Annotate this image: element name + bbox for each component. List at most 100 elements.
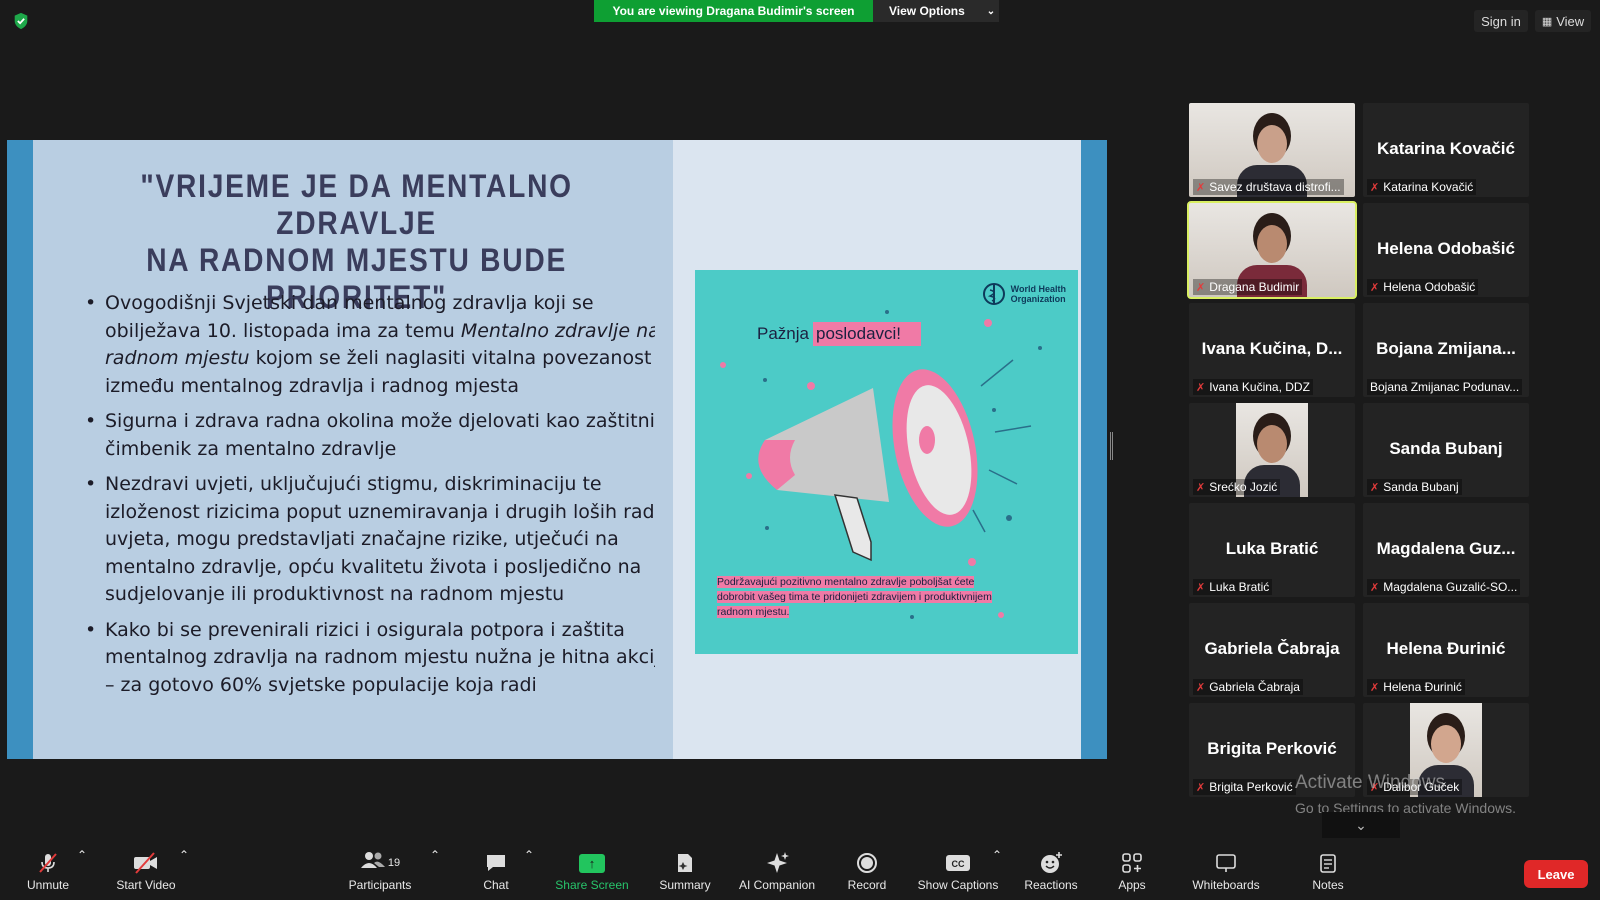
participant-name: Helena Odobašić [1383, 280, 1476, 294]
slide-bullet: Nezdravi uvjeti, uključujući stigmu, dis… [85, 471, 685, 609]
summary-label: Summary [659, 878, 711, 892]
participant-tile[interactable]: ✗ Srećko Jozić [1189, 403, 1355, 497]
viewing-screen-banner: You are viewing Dragana Budimir's screen [594, 0, 873, 22]
slide-bullet: Ovogodišnji Svjetski dan mentalnog zdrav… [85, 290, 685, 400]
show-captions-label: Show Captions [917, 878, 999, 892]
activate-windows-watermark: Activate Windows [1295, 772, 1445, 793]
participant-name-label: ✗ Savez društava distrofi... [1193, 179, 1344, 195]
smiley-icon [1039, 850, 1063, 876]
participant-tile[interactable]: Sanda Bubanj ✗ Sanda Bubanj [1363, 403, 1529, 497]
participants-button[interactable]: 19 Participants [342, 848, 418, 900]
whiteboards-button[interactable]: Whiteboards [1186, 848, 1266, 900]
muted-mic-icon: ✗ [1370, 681, 1380, 694]
captions-options-caret[interactable]: ⌃ [992, 848, 1002, 862]
participant-tile[interactable]: Luka Bratić ✗ Luka Bratić [1189, 503, 1355, 597]
muted-mic-icon: ✗ [1196, 781, 1206, 794]
chat-options-caret[interactable]: ⌃ [524, 848, 534, 862]
participant-name-label: ✗ Sanda Bubanj [1367, 479, 1462, 495]
gallery-scroll-down-button[interactable]: ⌄ [1322, 812, 1400, 838]
participant-face [1431, 725, 1461, 763]
reactions-label: Reactions [1024, 878, 1078, 892]
start-video-button[interactable]: Start Video [110, 848, 182, 900]
slide-title-line1: "VRIJEME JE DA MENTALNO ZDRAVLJE [140, 168, 573, 241]
muted-mic-icon: ✗ [1196, 681, 1206, 694]
slide-bullet: Kako bi se prevenirali rizici i osigural… [85, 617, 685, 700]
participant-tile[interactable]: Helena Đurinić ✗ Helena Đurinić [1363, 603, 1529, 697]
grid-view-icon: ▦ [1541, 15, 1553, 28]
chat-label: Chat [483, 878, 509, 892]
participant-name-label: ✗ Dragana Budimir [1193, 279, 1303, 295]
chat-icon [485, 850, 507, 876]
leave-button[interactable]: Leave [1524, 860, 1588, 888]
share-screen-label: Share Screen [555, 878, 629, 892]
who-poster-image: World Health Organization Pažnja posloda… [695, 270, 1078, 654]
show-captions-button[interactable]: CC Show Captions [914, 848, 1002, 900]
participant-name: Srećko Jozić [1209, 480, 1278, 494]
participant-display-name: Magdalena Guz... [1376, 539, 1516, 558]
muted-mic-icon: ✗ [1370, 581, 1380, 594]
participant-tile[interactable]: ✗ Savez društava distrofi... [1189, 103, 1355, 197]
participants-count: 19 [387, 857, 401, 869]
participants-label: Participants [348, 878, 412, 892]
participant-face [1257, 425, 1287, 463]
ai-companion-button[interactable]: AI Companion [734, 848, 820, 900]
chevron-down-icon: ⌄ [1355, 816, 1367, 833]
participant-tile[interactable]: Katarina Kovačić ✗ Katarina Kovačić [1363, 103, 1529, 197]
record-icon [856, 850, 878, 876]
participant-name: Helena Đurinić [1383, 680, 1462, 694]
shared-screen: "VRIJEME JE DA MENTALNO ZDRAVLJE NA RADN… [7, 140, 1107, 759]
whiteboards-label: Whiteboards [1192, 878, 1260, 892]
participant-tile[interactable]: Magdalena Guz... ✗ Magdalena Guzalić-SO... [1363, 503, 1529, 597]
unmute-label: Unmute [26, 878, 70, 892]
participant-display-name: Katarina Kovačić [1377, 139, 1515, 158]
slide-bullet: Sigurna i zdrava radna okolina može djel… [85, 408, 685, 463]
participant-tile[interactable]: Helena Odobašić ✗ Helena Odobašić [1363, 203, 1529, 297]
participant-display-name: Helena Odobašić [1377, 239, 1515, 258]
chat-button[interactable]: Chat [474, 848, 518, 900]
splitter-handle[interactable] [1110, 432, 1113, 460]
participant-name: Katarina Kovačić [1383, 180, 1474, 194]
record-button[interactable]: Record [842, 848, 892, 900]
participant-name: Bojana Zmijanac Podunav... [1370, 380, 1520, 394]
participant-display-name: Helena Đurinić [1386, 639, 1506, 658]
muted-mic-icon: ✗ [1370, 481, 1380, 494]
participants-options-caret[interactable]: ⌃ [430, 848, 440, 862]
view-button[interactable]: ▦ View [1535, 10, 1591, 32]
ai-companion-label: AI Companion [738, 878, 816, 892]
participant-tile[interactable]: Gabriela Čabraja ✗ Gabriela Čabraja [1189, 603, 1355, 697]
reactions-button[interactable]: Reactions [1020, 848, 1082, 900]
participant-face [1257, 225, 1287, 263]
summary-button[interactable]: Summary [654, 848, 716, 900]
view-options-dropdown[interactable]: View Options ⌄ [873, 0, 999, 22]
meeting-toolbar: Unmute ⌃ Start Video ⌃ 19 Participants ⌃… [0, 848, 1600, 900]
apps-label: Apps [1118, 878, 1146, 892]
security-shield-icon[interactable] [12, 12, 30, 30]
share-screen-icon: ↑ [579, 853, 605, 873]
participant-name-label: ✗ Helena Đurinić [1367, 679, 1465, 695]
svg-text:CC: CC [952, 859, 965, 869]
participant-name: Savez društava distrofi... [1209, 180, 1341, 194]
muted-mic-icon: ✗ [1196, 281, 1206, 294]
video-options-caret[interactable]: ⌃ [179, 848, 189, 862]
participant-name: Sanda Bubanj [1383, 480, 1459, 494]
unmute-button[interactable]: Unmute [22, 848, 74, 900]
slide-bullet-list: Ovogodišnji Svjetski dan mentalnog zdrav… [85, 290, 685, 707]
participant-name-label: ✗ Brigita Perković [1193, 779, 1296, 795]
notes-label: Notes [1312, 878, 1344, 892]
participant-tile[interactable]: ✗ Dragana Budimir [1187, 201, 1357, 299]
participant-name-label: Bojana Zmijanac Podunav... [1367, 379, 1523, 395]
record-label: Record [847, 878, 887, 892]
participant-name-label: ✗ Gabriela Čabraja [1193, 679, 1303, 695]
participant-name: Brigita Perković [1209, 780, 1293, 794]
apps-button[interactable]: Apps [1112, 848, 1152, 900]
share-screen-button[interactable]: ↑ Share Screen [552, 848, 632, 900]
audio-options-caret[interactable]: ⌃ [77, 848, 87, 862]
participant-tile[interactable]: Ivana Kučina, D... ✗ Ivana Kučina, DDZ [1189, 303, 1355, 397]
notes-button[interactable]: Notes [1308, 848, 1348, 900]
participant-display-name: Luka Bratić [1225, 539, 1319, 558]
poster-caption: Podržavajući pozitivno mentalno zdravlje… [717, 576, 992, 618]
participant-name: Luka Bratić [1209, 580, 1270, 594]
participant-name-label: ✗ Magdalena Guzalić-SO... [1367, 579, 1521, 595]
sign-in-button[interactable]: Sign in [1474, 10, 1528, 32]
participant-tile[interactable]: Bojana Zmijana... Bojana Zmijanac Podunav… [1363, 303, 1529, 397]
